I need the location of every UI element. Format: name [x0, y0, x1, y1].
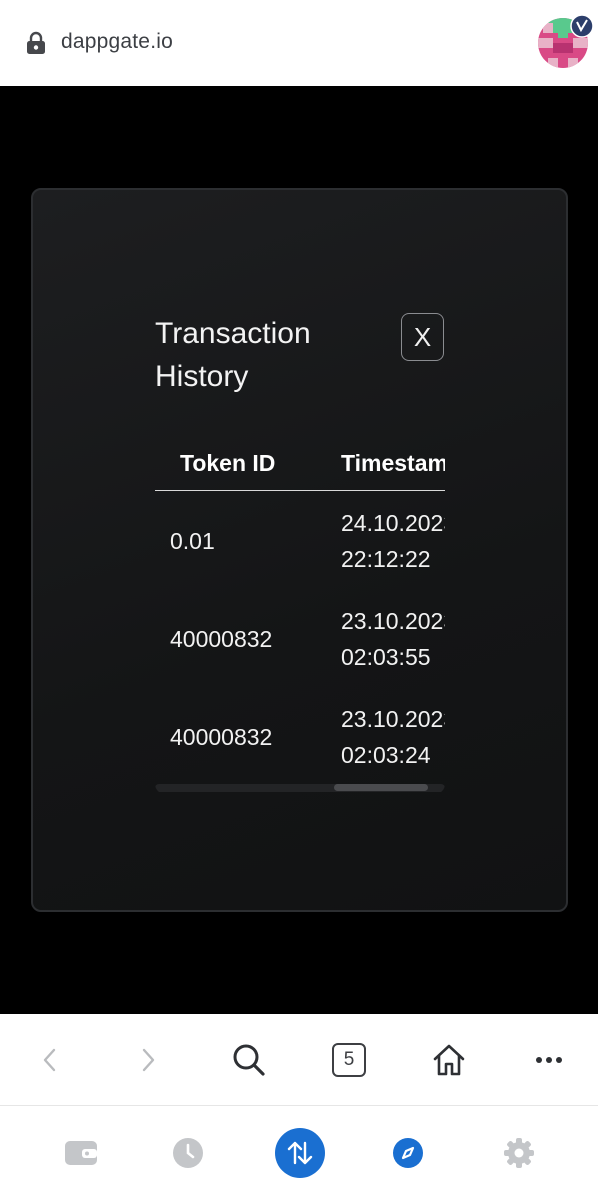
swap-button[interactable] — [275, 1128, 325, 1178]
table-row: 40000832 23.10.2023 02:03:55 — [155, 590, 445, 688]
swap-tab[interactable] — [274, 1106, 326, 1200]
wallet-tab[interactable] — [56, 1106, 106, 1200]
settings-icon — [504, 1138, 534, 1168]
back-button[interactable] — [22, 1014, 78, 1106]
back-icon — [43, 1048, 56, 1072]
search-icon — [233, 1044, 265, 1076]
lock-icon — [27, 31, 45, 54]
table-header: Token ID Timestamp — [155, 436, 445, 491]
browser-tab[interactable] — [383, 1106, 433, 1200]
forward-icon — [142, 1048, 155, 1072]
history-icon — [173, 1138, 203, 1168]
cell-timestamp: 24.10.2023 22:12:22 — [341, 510, 445, 572]
browser-nav-bar: 5 — [0, 1014, 598, 1106]
forward-button[interactable] — [120, 1014, 176, 1106]
horizontal-scrollbar-thumb[interactable] — [334, 784, 428, 791]
dapp-content: Transaction History X Token ID Timestamp… — [0, 86, 598, 1014]
cell-timestamp: 23.10.2023 02:03:55 — [341, 608, 445, 670]
transaction-history-modal: Transaction History X Token ID Timestamp… — [31, 188, 568, 912]
cell-timestamp: 23.10.2023 02:03:24 — [341, 706, 445, 768]
verified-badge-icon — [570, 14, 594, 38]
search-button[interactable] — [220, 1014, 278, 1106]
history-tab[interactable] — [163, 1106, 213, 1200]
column-header-token-id: Token ID — [180, 449, 276, 476]
address-bar[interactable]: dappgate.io — [0, 0, 598, 86]
swap-icon — [287, 1141, 313, 1165]
close-button[interactable]: X — [401, 313, 444, 361]
cell-token-id: 40000832 — [170, 723, 273, 750]
transactions-table: Token ID Timestamp 0.01 24.10.2023 22:12… — [155, 436, 445, 786]
cell-token-id: 40000832 — [170, 625, 273, 652]
wallet-icon — [65, 1141, 97, 1165]
home-icon — [433, 1044, 465, 1076]
wallet-bottom-bar — [0, 1106, 598, 1200]
tabs-icon: 5 — [332, 1043, 366, 1077]
url-text[interactable]: dappgate.io — [61, 30, 173, 54]
transactions-table-scroll[interactable]: Token ID Timestamp 0.01 24.10.2023 22:12… — [155, 436, 445, 794]
more-button[interactable] — [520, 1014, 578, 1106]
settings-tab[interactable] — [494, 1106, 544, 1200]
table-row: 0.01 24.10.2023 22:12:22 — [155, 492, 445, 590]
column-header-timestamp: Timestamp — [341, 449, 445, 476]
home-button[interactable] — [420, 1014, 478, 1106]
cell-token-id: 0.01 — [170, 527, 215, 554]
browser-compass-icon — [393, 1138, 423, 1168]
modal-title: Transaction History — [155, 317, 311, 393]
more-icon — [536, 1057, 562, 1063]
tabs-button[interactable]: 5 — [320, 1014, 378, 1106]
table-row: 40000832 23.10.2023 02:03:24 — [155, 688, 445, 786]
